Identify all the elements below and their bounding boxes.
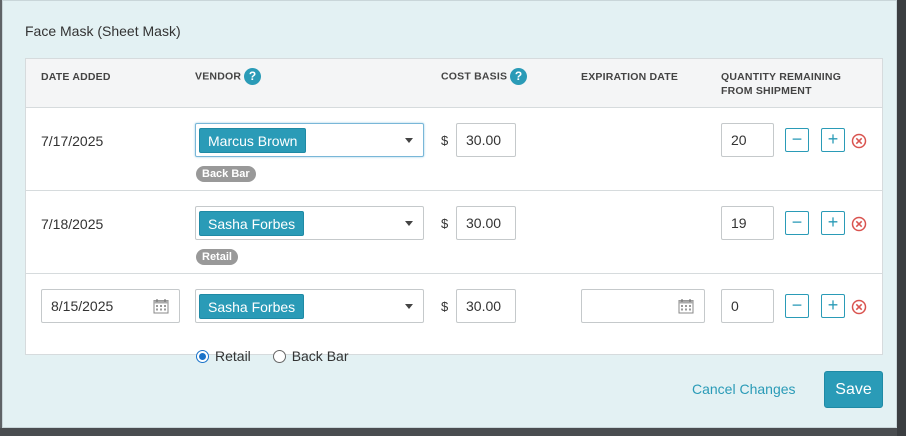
plus-icon: + [827, 129, 839, 149]
minus-icon: − [791, 129, 803, 149]
header-date-added: DATE ADDED [41, 71, 111, 83]
save-button[interactable]: Save [824, 371, 883, 408]
decrement-button[interactable]: − [785, 128, 809, 152]
table-row: 7/18/2025 Sasha Forbes Retail $ 30.00 19… [26, 191, 882, 274]
cost-input[interactable]: 30.00 [456, 289, 516, 323]
help-icon[interactable]: ? [510, 68, 528, 85]
chevron-down-icon[interactable] [405, 221, 413, 226]
backdrop [0, 428, 906, 436]
increment-button[interactable]: + [821, 128, 845, 152]
header-vendor-label: VENDOR [195, 70, 242, 83]
backdrop-edge [897, 0, 906, 436]
header-cost-basis: COST BASIS? [441, 68, 528, 85]
header-expiration-date: EXPIRATION DATE [581, 71, 679, 83]
date-added-value: 8/15/2025 [51, 298, 114, 314]
increment-button[interactable]: + [821, 211, 845, 235]
minus-icon: − [791, 295, 803, 315]
modal-title: Face Mask (Sheet Mask) [25, 23, 181, 39]
category-radio-group: Retail Back Bar [196, 348, 367, 364]
currency-symbol: $ [441, 299, 449, 314]
cost-input[interactable]: 30.00 [456, 206, 516, 240]
radio-retail-label[interactable]: Retail [215, 348, 251, 364]
radio-back-bar-label[interactable]: Back Bar [292, 348, 349, 364]
category-tag: Back Bar [196, 166, 256, 182]
inventory-table: DATE ADDED VENDOR? COST BASIS? EXPIRATIO… [25, 58, 883, 364]
increment-button[interactable]: + [821, 294, 845, 318]
radio-back-bar[interactable] [272, 350, 286, 363]
help-icon[interactable]: ? [244, 68, 262, 85]
table-header: DATE ADDED VENDOR? COST BASIS? EXPIRATIO… [26, 59, 882, 108]
radio-retail[interactable] [196, 350, 209, 363]
date-added-input[interactable]: 8/15/2025 [41, 289, 180, 323]
header-vendor: VENDOR? [195, 68, 262, 85]
vendor-select[interactable]: Sasha Forbes [195, 206, 424, 240]
vendor-pill: Marcus Brown [199, 128, 307, 153]
minus-icon: − [791, 212, 803, 232]
plus-icon: + [827, 212, 839, 232]
date-added: 7/18/2025 [41, 216, 104, 232]
vendor-pill: Sasha Forbes [199, 294, 305, 319]
vendor-pill: Sasha Forbes [199, 211, 305, 236]
header-quantity: QUANTITY REMAINING FROM SHIPMENT [721, 70, 841, 98]
cost-input[interactable]: 30.00 [456, 123, 516, 157]
chevron-down-icon[interactable] [405, 138, 413, 143]
header-quantity-line1: QUANTITY REMAINING [721, 71, 842, 83]
cancel-changes-link[interactable]: Cancel Changes [692, 381, 796, 397]
calendar-icon[interactable] [153, 298, 169, 314]
header-quantity-line2: FROM SHIPMENT [721, 85, 812, 97]
table-row: 7/17/2025 Marcus Brown Back Bar $ 30.00 … [26, 108, 882, 191]
vendor-select[interactable]: Marcus Brown [195, 123, 424, 157]
expiration-date-input[interactable] [581, 289, 705, 323]
remove-circle-icon[interactable] [851, 299, 867, 315]
remove-circle-icon[interactable] [851, 133, 867, 149]
category-tag: Retail [196, 249, 238, 265]
table-row: 8/15/2025 Sasha Forbes Retail Back Bar $… [26, 274, 882, 364]
vendor-select[interactable]: Sasha Forbes [195, 289, 424, 323]
calendar-icon[interactable] [678, 298, 694, 314]
date-added: 7/17/2025 [41, 133, 104, 149]
plus-icon: + [827, 295, 839, 315]
currency-symbol: $ [441, 133, 449, 148]
quantity-input[interactable]: 20 [721, 123, 774, 157]
header-cost-basis-label: COST BASIS [441, 70, 508, 83]
quantity-input[interactable]: 0 [721, 289, 774, 323]
chevron-down-icon[interactable] [405, 304, 413, 309]
remove-circle-icon[interactable] [851, 216, 867, 232]
decrement-button[interactable]: − [785, 294, 809, 318]
modal-dialog: Face Mask (Sheet Mask) DATE ADDED VENDOR… [2, 0, 897, 428]
decrement-button[interactable]: − [785, 211, 809, 235]
currency-symbol: $ [441, 216, 449, 231]
quantity-input[interactable]: 19 [721, 206, 774, 240]
